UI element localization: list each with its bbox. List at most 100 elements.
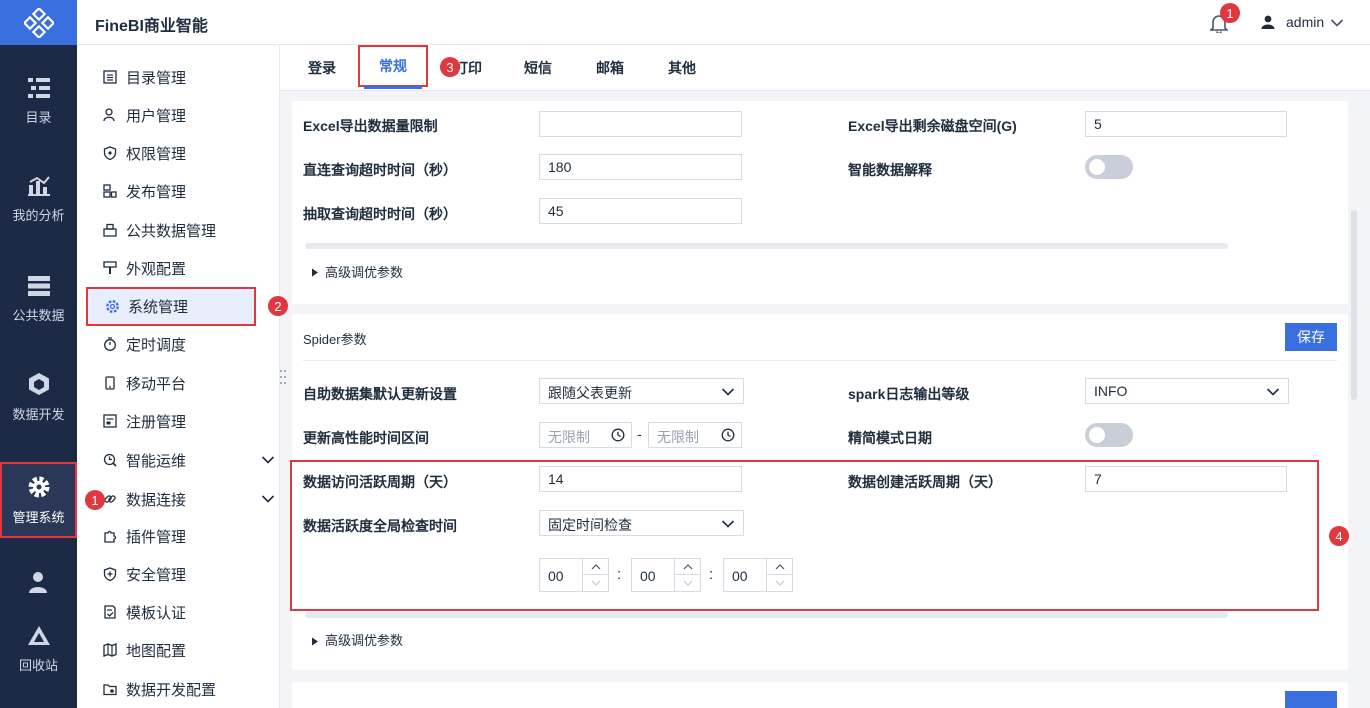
nav-item-admin[interactable]: 管理系统 [0,462,77,538]
vertical-scrollbar[interactable] [1351,210,1357,400]
sidebar-item-data-dev-config[interactable]: 数据开发配置 [101,674,216,704]
chevron-down-icon [1266,388,1280,396]
extract-timeout-input[interactable]: 45 [539,198,742,224]
tab-general[interactable]: 常规 [358,45,428,87]
sidebar-item-label: 外观配置 [126,260,187,278]
sidebar-item-data-connection[interactable]: 数据连接 [101,484,281,514]
nav-item-recycle-bin[interactable]: 回收站 [0,614,77,684]
perf-start-input[interactable]: 无限制 [539,422,632,448]
direct-timeout-input[interactable]: 180 [539,154,742,180]
sidebar-item-label: 智能运维 [126,452,187,470]
callout-4: 4 [1329,526,1349,546]
gear-icon [28,476,49,497]
smart-explain-toggle[interactable] [1085,155,1133,179]
sidebar-item-label: 发布管理 [126,183,187,201]
save-button-partial[interactable] [1285,691,1337,708]
sidebar-item-directory[interactable]: 目录管理 [101,62,186,92]
mobile-icon [101,374,119,392]
spark-log-select[interactable]: INFO [1085,378,1289,404]
chevron-down-icon[interactable] [261,491,275,508]
user-menu-toggle[interactable] [1330,16,1344,31]
ops-icon [101,451,119,469]
sidebar-item-plugins[interactable]: 插件管理 [101,521,186,551]
highlight-box [290,460,1319,611]
advanced-params-link[interactable]: 高级调优参数 [325,630,403,649]
list-icon [101,68,119,86]
nav-item-catalog[interactable]: 目录 [0,64,77,138]
chevron-down-icon [1330,19,1344,27]
sidebar-item-label: 目录管理 [126,69,187,87]
expand-triangle-icon[interactable] [311,634,319,649]
recycle-icon [27,625,50,645]
export-settings-panel: Excel导出数据量限制 Excel导出剩余磁盘空间(G) 5 直连查询超时时间… [292,101,1348,304]
sidebar-item-label: 用户管理 [126,107,187,125]
sidebar-item-label: 模板认证 [126,604,187,622]
list-icon [27,77,50,98]
nav-label: 管理系统 [12,509,65,525]
sidebar-item-users[interactable]: 用户管理 [101,100,186,130]
sidebar-item-label: 注册管理 [126,413,187,431]
next-settings-panel [292,682,1348,708]
sidebar-item-label: 公共数据管理 [126,222,217,240]
section-title: Spider参数 [303,332,367,347]
perf-end-input[interactable]: 无限制 [648,422,742,448]
puzzle-icon [101,527,119,545]
sidebar-item-label: 数据连接 [126,491,187,509]
horizontal-scrollbar[interactable] [305,612,1228,618]
user-avatar[interactable] [1261,15,1275,32]
clock-icon [721,428,735,442]
sidebar-item-map[interactable]: 地图配置 [101,635,186,665]
sidebar-item-system[interactable]: 系统管理 [86,287,256,326]
user-name[interactable]: admin [1286,14,1324,30]
spark-log-label: spark日志输出等级 [848,386,970,402]
app-title: FineBI商业智能 [95,18,208,35]
cube-icon [28,372,49,395]
callout-1: 1 [85,490,105,510]
sidebar-item-appearance[interactable]: 外观配置 [101,253,186,283]
sidebar-item-schedule[interactable]: 定时调度 [101,329,186,359]
nav-item-data-dev[interactable]: 数据开发 [0,360,77,434]
tab-general-label: 常规 [379,58,407,74]
sidebar-item-mobile[interactable]: 移动平台 [101,368,186,398]
excel-limit-input[interactable] [539,111,742,137]
shield-plus-icon [101,565,119,583]
extract-timeout-label: 抽取查询超时时间（秒） [303,206,457,222]
panel-splitter-handle[interactable] [279,368,287,386]
sidebar-item-publish[interactable]: 发布管理 [101,176,186,206]
chevron-down-icon [721,388,735,396]
sidebar-item-template-cert[interactable]: 模板认证 [101,597,186,627]
timer-icon [101,335,119,353]
nav-label: 回收站 [18,657,58,673]
nav-item-public-data[interactable]: 公共数据 [0,262,77,336]
tab-login[interactable]: 登录 [308,45,336,91]
save-button[interactable]: 保存 [1285,323,1337,351]
callout-2: 2 [268,296,288,316]
auto-update-select[interactable]: 跟随父表更新 [539,378,744,404]
tab-email[interactable]: 邮箱 [596,45,624,91]
top-header: FineBI商业智能 1 admin [77,0,1370,45]
divider [303,360,1337,361]
chevron-down-icon[interactable] [261,452,275,469]
nav-item-my-analysis[interactable]: 我的分析 [0,162,77,236]
sidebar-item-permissions[interactable]: 权限管理 [101,138,186,168]
auto-update-label: 自助数据集默认更新设置 [303,386,457,402]
app-logo[interactable] [0,0,77,45]
database-icon [27,275,50,296]
excel-disk-input[interactable]: 5 [1085,111,1287,137]
sidebar-item-security[interactable]: 安全管理 [101,559,186,589]
expand-triangle-icon[interactable] [311,265,319,280]
simple-date-toggle[interactable] [1085,423,1133,447]
nav-item-user-center[interactable] [0,560,77,612]
tab-other[interactable]: 其他 [668,45,696,91]
user-icon [101,106,119,124]
tab-sms[interactable]: 短信 [524,45,552,91]
sidebar-item-ops[interactable]: 智能运维 [101,445,281,475]
folder-gear-icon [101,680,119,698]
smart-explain-label: 智能数据解释 [848,162,932,178]
advanced-params-link[interactable]: 高级调优参数 [325,262,403,281]
sidebar-item-registration[interactable]: 注册管理 [101,406,186,436]
horizontal-scrollbar[interactable] [305,243,1228,249]
auto-update-value: 跟随父表更新 [548,385,632,401]
nav-label: 我的分析 [12,207,65,223]
sidebar-item-public-data[interactable]: 公共数据管理 [101,215,216,245]
